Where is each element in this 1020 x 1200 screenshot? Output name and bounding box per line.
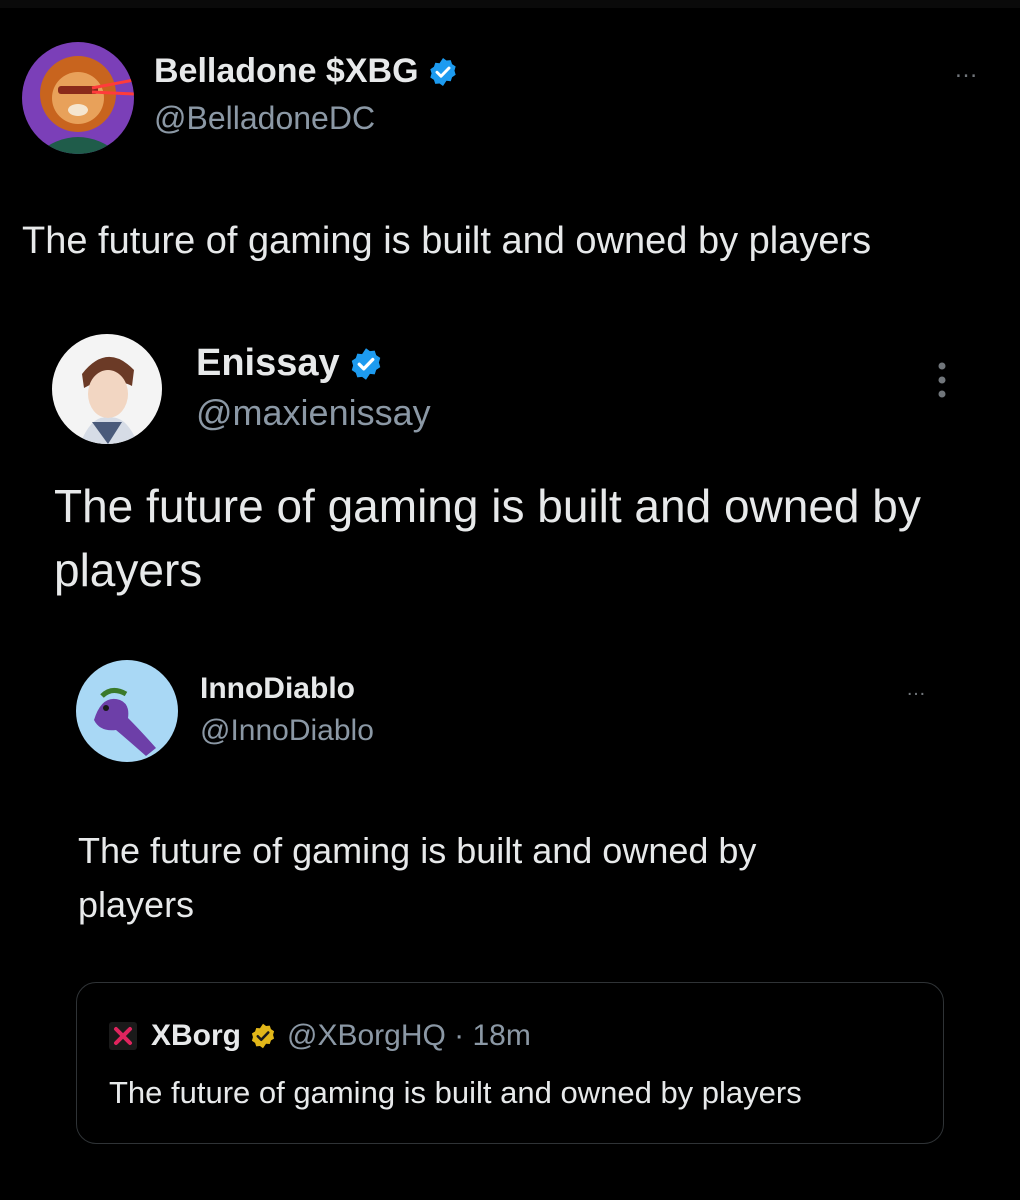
xborg-logo-icon xyxy=(109,1022,137,1050)
author-handle[interactable]: @BelladoneDC xyxy=(154,100,375,137)
more-options-icon[interactable]: … xyxy=(906,678,927,701)
verified-badge-icon xyxy=(427,56,459,88)
avatar[interactable] xyxy=(22,42,134,154)
quoted-author-name: XBorg xyxy=(151,1019,241,1052)
quoted-handle-time: @XBorgHQ · 18m xyxy=(287,1019,531,1052)
author-name-row: Belladone $XBG xyxy=(154,52,459,91)
more-options-icon[interactable] xyxy=(932,360,952,405)
quoted-post-text: The future of gaming is built and owned … xyxy=(109,1075,802,1110)
lizard-avatar-image xyxy=(76,660,178,762)
author-name[interactable]: Belladone $XBG xyxy=(154,52,419,91)
avatar[interactable] xyxy=(76,660,178,762)
author-name-row: InnoDiablo xyxy=(200,672,355,706)
quoted-post-card[interactable]: XBorg @XBorgHQ · 18m The future of gamin… xyxy=(76,982,944,1144)
post-text: The future of gaming is built and owned … xyxy=(54,480,921,597)
anime-avatar-image xyxy=(52,334,162,444)
author-name[interactable]: Enissay xyxy=(196,342,340,385)
author-name-row: Enissay xyxy=(196,342,384,385)
verified-badge-icon xyxy=(348,346,384,382)
verified-gold-badge-icon xyxy=(249,1022,277,1050)
top-bar xyxy=(0,0,1020,8)
lion-avatar-image xyxy=(22,42,134,154)
author-handle[interactable]: @maxienissay xyxy=(196,392,431,434)
avatar[interactable] xyxy=(52,334,162,444)
quoted-author-row: XBorg @XBorgHQ · 18m xyxy=(109,1019,531,1053)
more-options-icon[interactable]: … xyxy=(954,56,979,84)
author-handle[interactable]: @InnoDiablo xyxy=(200,714,374,748)
post-text: The future of gaming is built and owned … xyxy=(78,830,757,925)
post-text: The future of gaming is built and owned … xyxy=(22,220,872,262)
author-name[interactable]: InnoDiablo xyxy=(200,672,355,706)
